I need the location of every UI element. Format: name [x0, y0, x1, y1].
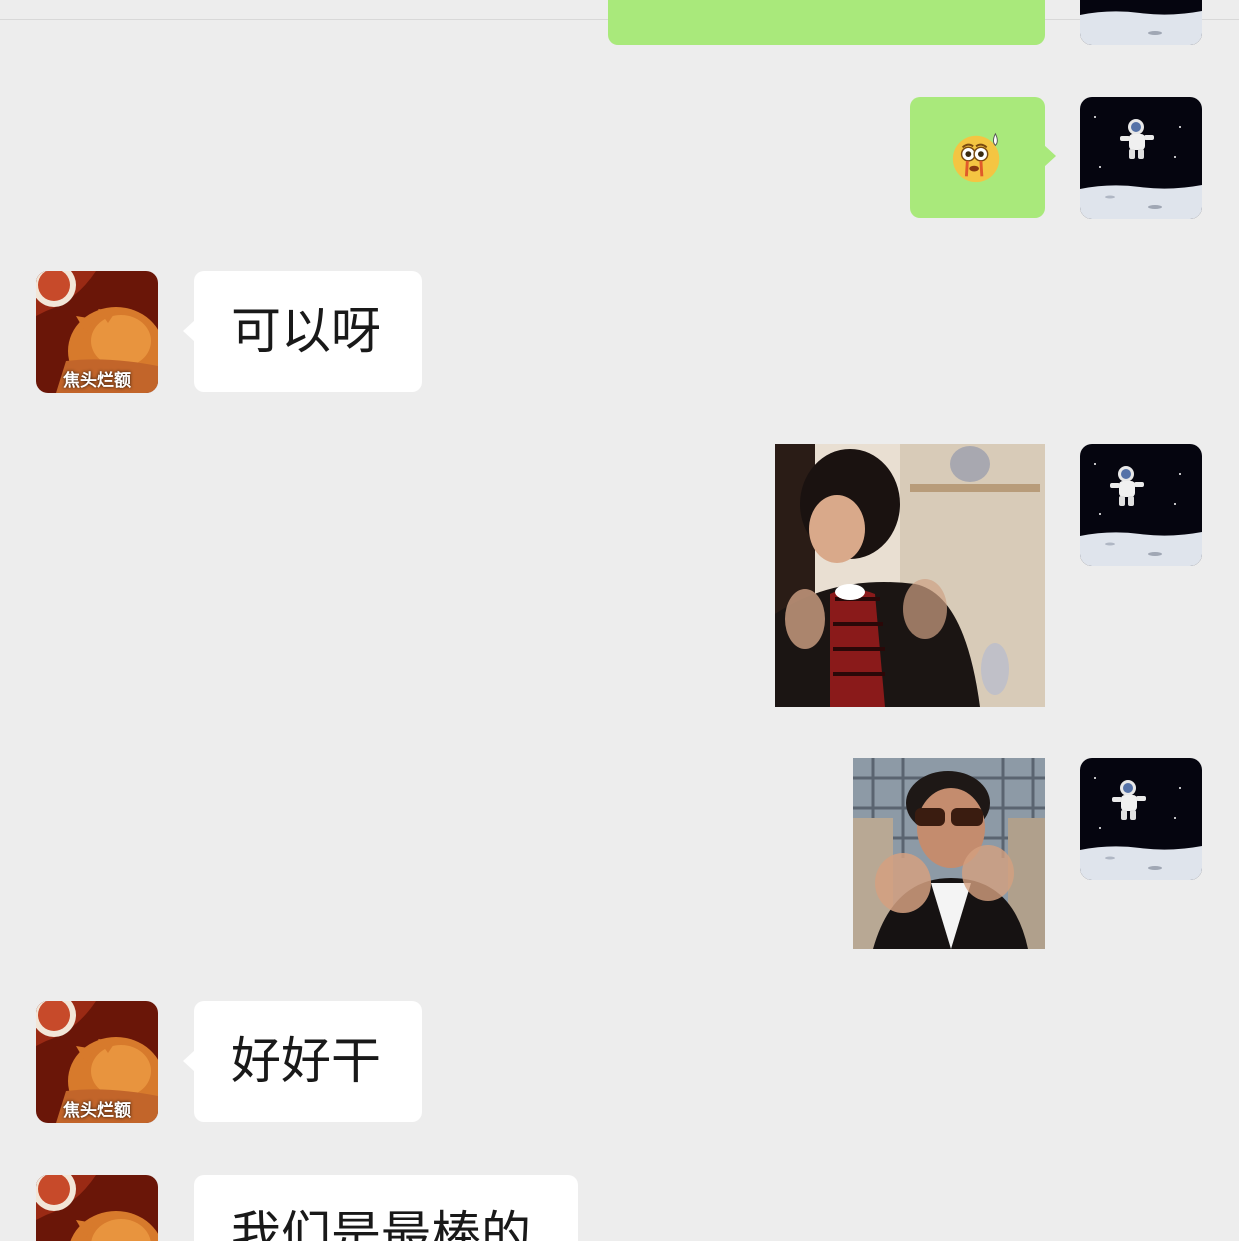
contact-avatar[interactable]: 焦头烂额	[36, 1001, 158, 1123]
image-message[interactable]	[775, 444, 1045, 707]
scared-crying-face-emoji-icon	[952, 132, 1000, 183]
message-text: 我们是最棒的	[231, 1206, 531, 1241]
contact-avatar[interactable]	[36, 1175, 158, 1241]
image-message[interactable]	[853, 758, 1045, 949]
contact-avatar[interactable]: 焦头烂额	[36, 271, 158, 393]
astronaut-avatar-icon	[1080, 97, 1202, 219]
astronaut-avatar-icon	[1080, 444, 1202, 566]
man-waving-hands-image	[775, 444, 1045, 707]
man-sunglasses-image	[853, 758, 1045, 949]
self-avatar[interactable]	[1080, 0, 1202, 45]
message-text: 可以呀	[231, 302, 381, 360]
outgoing-text-bubble[interactable]	[608, 0, 1045, 45]
self-avatar[interactable]	[1080, 758, 1202, 880]
self-avatar[interactable]	[1080, 444, 1202, 566]
avatar-caption: 焦头烂额	[63, 1101, 131, 1121]
avatar-caption: 焦头烂额	[63, 371, 131, 391]
bubble-tail	[1044, 145, 1056, 167]
cat-avatar-icon	[36, 1175, 158, 1241]
incoming-text-bubble[interactable]: 可以呀	[194, 271, 422, 392]
astronaut-avatar-icon	[1080, 758, 1202, 880]
outgoing-emoji-bubble[interactable]	[910, 97, 1045, 218]
message-text: 好好干	[231, 1032, 381, 1090]
chat-screen: 焦头烂额 可以呀 焦头烂额 好好干 我们是最棒的	[0, 0, 1239, 1241]
astronaut-avatar-icon	[1080, 0, 1202, 45]
incoming-text-bubble[interactable]: 好好干	[194, 1001, 422, 1122]
self-avatar[interactable]	[1080, 97, 1202, 219]
incoming-text-bubble[interactable]: 我们是最棒的	[194, 1175, 578, 1241]
